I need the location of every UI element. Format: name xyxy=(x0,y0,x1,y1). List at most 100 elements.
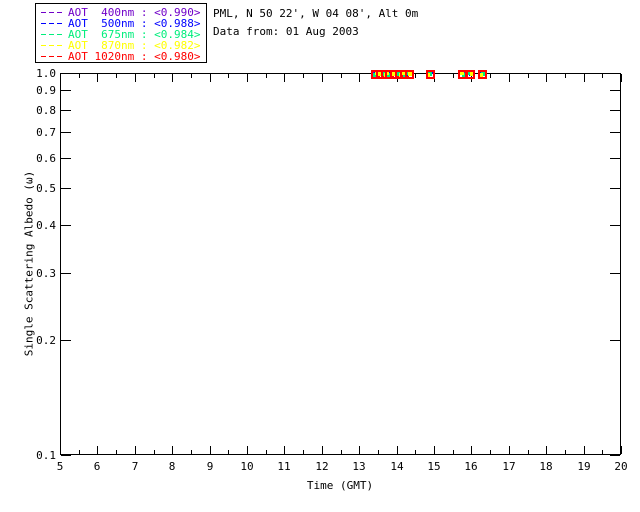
x-minor-tick xyxy=(266,74,267,78)
data-marker-aot-1020nm xyxy=(478,70,487,79)
y-major-tick xyxy=(610,132,620,133)
x-tick-label: 9 xyxy=(206,460,214,473)
y-tick-label: 0.6 xyxy=(36,152,56,165)
x-major-tick xyxy=(135,74,136,82)
y-major-tick xyxy=(610,225,620,226)
y-tick-label: 0.5 xyxy=(36,182,56,195)
x-minor-tick xyxy=(378,450,379,454)
x-major-tick xyxy=(359,446,360,454)
x-major-tick xyxy=(584,74,585,82)
x-minor-tick xyxy=(565,450,566,454)
x-tick-label: 6 xyxy=(93,460,101,473)
x-major-tick xyxy=(621,74,622,82)
x-minor-tick xyxy=(303,450,304,454)
y-major-tick xyxy=(61,188,71,189)
x-tick-label: 8 xyxy=(168,460,176,473)
y-tick-label: 0.8 xyxy=(36,104,56,117)
x-minor-tick xyxy=(303,74,304,78)
y-major-tick xyxy=(61,273,71,274)
x-minor-tick xyxy=(341,450,342,454)
data-marker-aot-1020nm xyxy=(466,70,475,79)
x-minor-tick xyxy=(154,74,155,78)
x-minor-tick xyxy=(116,450,117,454)
x-tick-label: 16 xyxy=(464,460,478,473)
x-minor-tick xyxy=(565,74,566,78)
x-minor-tick xyxy=(490,74,491,78)
x-minor-tick xyxy=(528,74,529,78)
x-tick-label: 7 xyxy=(131,460,139,473)
x-axis-title: Time (GMT) xyxy=(306,479,374,492)
y-major-tick xyxy=(61,73,71,74)
x-tick-label: 13 xyxy=(352,460,366,473)
x-minor-tick xyxy=(116,74,117,78)
y-tick-label: 0.4 xyxy=(36,219,56,232)
x-major-tick xyxy=(97,446,98,454)
x-tick-label: 12 xyxy=(315,460,329,473)
x-tick-label: 14 xyxy=(390,460,404,473)
x-major-tick xyxy=(621,446,622,454)
y-tick-label: 0.1 xyxy=(36,449,56,462)
x-tick-label: 18 xyxy=(539,460,553,473)
x-minor-tick xyxy=(602,74,603,78)
x-minor-tick xyxy=(602,450,603,454)
y-tick-label: 0.9 xyxy=(36,84,56,97)
x-major-tick xyxy=(247,446,248,454)
x-minor-tick xyxy=(453,74,454,78)
x-major-tick xyxy=(97,74,98,82)
x-minor-tick xyxy=(191,74,192,78)
x-tick-label: 20 xyxy=(614,460,628,473)
x-major-tick xyxy=(509,446,510,454)
y-major-tick xyxy=(61,158,71,159)
x-major-tick xyxy=(509,74,510,82)
y-major-tick xyxy=(61,90,71,91)
x-minor-tick xyxy=(528,450,529,454)
x-major-tick xyxy=(322,446,323,454)
data-marker-aot-1020nm xyxy=(426,70,435,79)
y-major-tick xyxy=(61,132,71,133)
x-minor-tick xyxy=(154,450,155,454)
x-major-tick xyxy=(584,446,585,454)
x-minor-tick xyxy=(415,450,416,454)
x-minor-tick xyxy=(341,74,342,78)
x-minor-tick xyxy=(266,450,267,454)
x-minor-tick xyxy=(228,74,229,78)
x-minor-tick xyxy=(453,450,454,454)
x-major-tick xyxy=(210,74,211,82)
x-minor-tick xyxy=(415,74,416,78)
y-tick-label: 1.0 xyxy=(36,67,56,80)
y-major-tick xyxy=(61,340,71,341)
x-major-tick xyxy=(210,446,211,454)
x-tick-label: 5 xyxy=(56,460,64,473)
x-tick-label: 11 xyxy=(277,460,291,473)
x-tick-label: 19 xyxy=(577,460,591,473)
x-major-tick xyxy=(60,446,61,454)
y-tick-label: 0.3 xyxy=(36,267,56,280)
x-major-tick xyxy=(546,446,547,454)
y-tick-label: 0.2 xyxy=(36,334,56,347)
x-minor-tick xyxy=(79,74,80,78)
y-major-tick xyxy=(61,455,71,456)
x-major-tick xyxy=(172,74,173,82)
plot-page: AOT 400nm : <0.990> AOT 500nm : <0.988> AO… xyxy=(0,0,640,512)
x-major-tick xyxy=(135,446,136,454)
x-major-tick xyxy=(546,74,547,82)
y-major-tick xyxy=(610,188,620,189)
y-major-tick xyxy=(610,110,620,111)
data-marker-aot-1020nm xyxy=(405,70,414,79)
y-major-tick xyxy=(610,73,620,74)
x-major-tick xyxy=(60,74,61,82)
x-major-tick xyxy=(284,446,285,454)
y-major-tick xyxy=(61,225,71,226)
x-minor-tick xyxy=(191,450,192,454)
x-major-tick xyxy=(397,446,398,454)
x-tick-label: 15 xyxy=(427,460,441,473)
x-tick-label: 10 xyxy=(240,460,254,473)
x-major-tick xyxy=(471,446,472,454)
x-major-tick xyxy=(247,74,248,82)
x-major-tick xyxy=(284,74,285,82)
x-minor-tick xyxy=(79,450,80,454)
y-major-tick xyxy=(610,455,620,456)
y-major-tick xyxy=(61,110,71,111)
y-major-tick xyxy=(610,340,620,341)
x-major-tick xyxy=(359,74,360,82)
